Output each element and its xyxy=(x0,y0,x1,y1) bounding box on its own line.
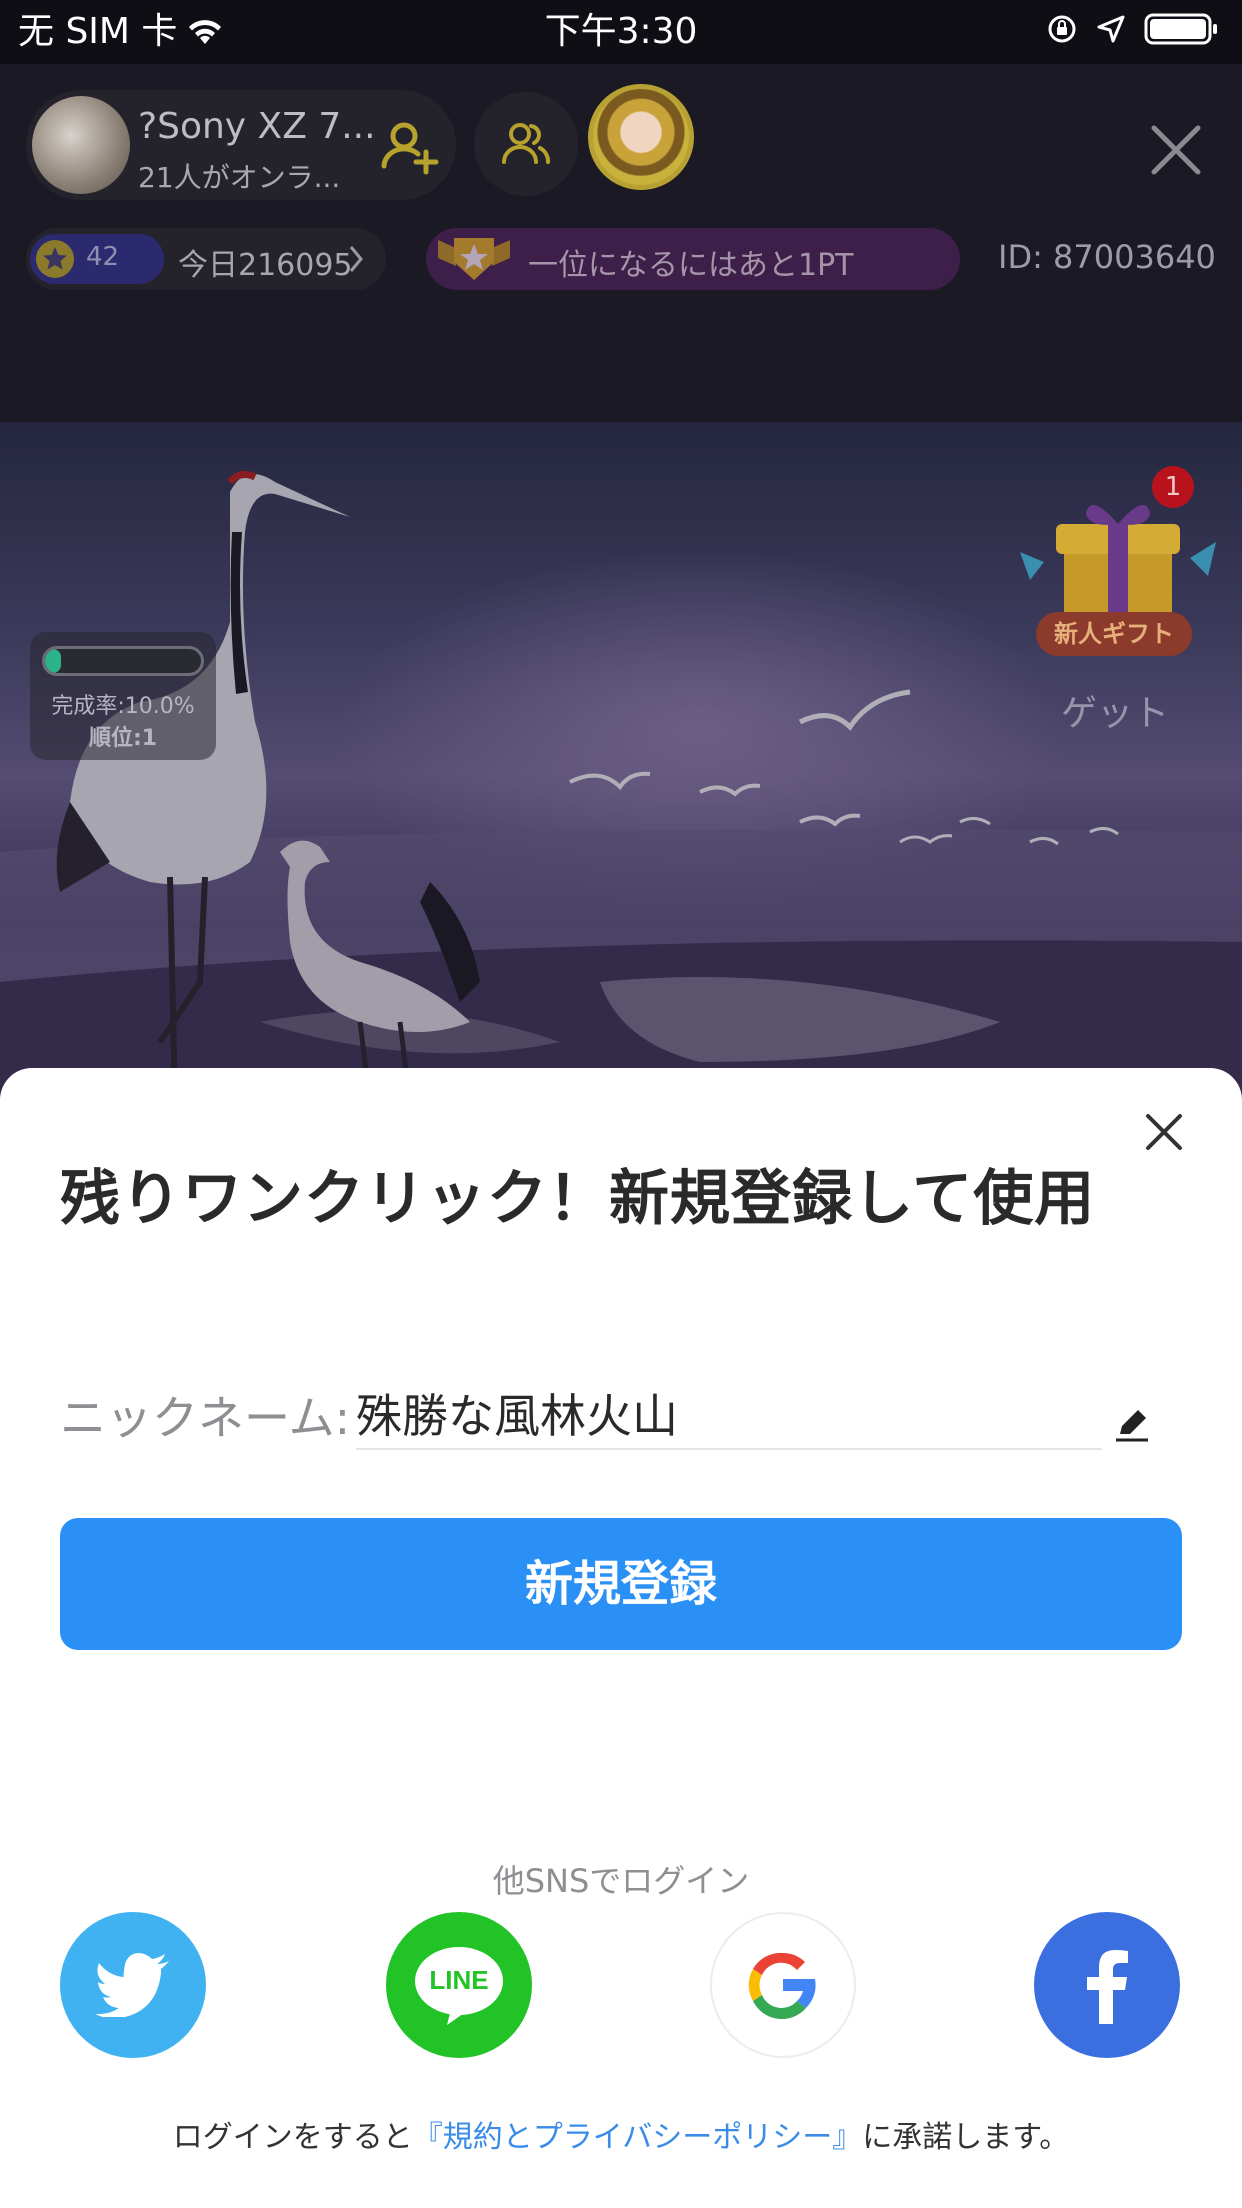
status-right xyxy=(1046,12,1220,46)
battery-icon xyxy=(1144,13,1217,45)
rotation-lock-icon xyxy=(1048,15,1076,43)
pencil-icon[interactable] xyxy=(1112,1404,1152,1444)
progress-fill xyxy=(45,649,61,673)
signup-sheet: 残りワンクリック！新規登録して使用 ニックネーム: 新規登録 他SNSでログイン… xyxy=(0,1068,1242,2208)
google-icon xyxy=(748,1952,816,2020)
viewer-avatar[interactable] xyxy=(588,84,694,190)
line-login-button[interactable]: LINE xyxy=(386,1912,532,2058)
nickname-input[interactable] xyxy=(356,1378,1102,1450)
rank-message: 一位になるにはあと1PT xyxy=(528,248,854,283)
live-video: 完成率:10.0% 順位:1 1 新人ギフト ゲット xyxy=(0,422,1242,1102)
medal-icon xyxy=(438,238,510,280)
streamer-avatar[interactable] xyxy=(32,96,130,194)
close-room-icon[interactable] xyxy=(1148,122,1204,178)
terms-prefix: ログインをすると xyxy=(172,2120,413,2155)
streamer-online-count: 21人がオンラ... xyxy=(138,161,341,194)
fans-button[interactable] xyxy=(474,92,578,196)
level-badge: 42 xyxy=(30,234,164,284)
terms-link[interactable]: 『規約とプライバシーポリシー』 xyxy=(413,2120,862,2155)
room-id: ID: 87003640 xyxy=(998,238,1216,276)
twitter-login-button[interactable] xyxy=(60,1912,206,2058)
today-points: 今日216095 xyxy=(178,248,353,283)
gift-label: 新人ギフト xyxy=(1036,612,1192,656)
star-icon xyxy=(36,240,74,278)
level-number: 42 xyxy=(86,242,120,272)
terms-suffix: に承諾します。 xyxy=(862,2120,1070,2155)
status-bar: 无 SIM 卡 下午3:30 xyxy=(0,0,1242,64)
twitter-icon xyxy=(95,1953,169,2017)
completion-rate: 完成率:10.0% xyxy=(51,694,195,719)
chevron-right-icon xyxy=(349,246,363,272)
facebook-icon xyxy=(1087,1950,1128,2024)
gift-count-badge: 1 xyxy=(1152,466,1194,508)
gift-get-label[interactable]: ゲット xyxy=(1040,684,1190,736)
google-login-button[interactable] xyxy=(710,1912,856,2058)
rank-banner[interactable]: 一位になるにはあと1PT xyxy=(426,228,960,290)
register-button[interactable]: 新規登録 xyxy=(60,1518,1182,1650)
close-icon[interactable] xyxy=(1144,1112,1184,1152)
follow-add-icon[interactable] xyxy=(378,114,442,178)
level-pill[interactable]: 42 今日216095 xyxy=(26,228,386,290)
terms-text: ログインをすると『規約とプライバシーポリシー』に承諾します。 xyxy=(0,2112,1242,2156)
group-icon xyxy=(502,123,550,164)
progress-panel: 完成率:10.0% 順位:1 xyxy=(30,632,216,760)
nickname-label: ニックネーム: xyxy=(60,1391,351,1445)
progress-track xyxy=(42,646,204,676)
line-icon-text: LINE xyxy=(429,1965,489,1995)
streamer-info[interactable]: ?Sony XZ 7... 21人がオンラ... xyxy=(26,90,456,200)
rank-label: 順位:1 xyxy=(88,726,158,751)
sns-login-label: 他SNSでログイン xyxy=(492,1862,750,1900)
location-icon xyxy=(1097,15,1125,43)
facebook-login-button[interactable] xyxy=(1034,1912,1180,2058)
streamer-name: ?Sony XZ 7... xyxy=(138,106,376,147)
live-room-header: ?Sony XZ 7... 21人がオンラ... 42 今日216095 一位に… xyxy=(0,64,1242,422)
sheet-title: 残りワンクリック！新規登録して使用 xyxy=(60,1164,1096,1234)
